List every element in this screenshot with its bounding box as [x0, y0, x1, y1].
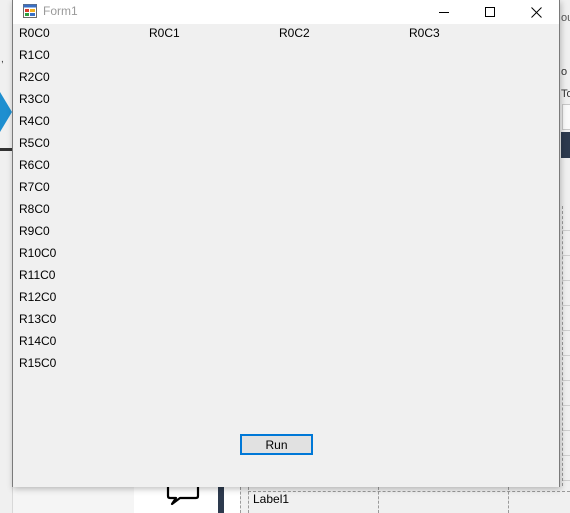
- grid-cell-r0c0: R0C0: [19, 26, 50, 40]
- background-designer-gridline: [248, 491, 570, 492]
- maximize-button[interactable]: [467, 0, 513, 24]
- speech-bubble-icon: [166, 486, 200, 506]
- background-designer-label: Label1: [253, 492, 290, 506]
- close-icon: [530, 6, 542, 18]
- background-right-grid: [562, 206, 570, 486]
- grid-cell-r0c3: R0C3: [409, 26, 440, 40]
- run-button[interactable]: Run: [240, 434, 313, 455]
- minimize-button[interactable]: [421, 0, 467, 24]
- background-left-divider: [0, 148, 12, 151]
- grid-row-label: R15C0: [19, 356, 57, 370]
- window-title: Form1: [43, 4, 78, 18]
- grid-cell-r0c1: R0C1: [149, 26, 180, 40]
- form-client-area: R0C0 R0C1 R0C2 R0C3 R1C0 R2C0 R3C0 R4C0 …: [13, 24, 559, 487]
- grid-row-label: R12C0: [19, 290, 57, 304]
- background-right-input: [562, 104, 570, 130]
- form-app-icon: [23, 4, 37, 18]
- grid-row-label: R9C0: [19, 224, 50, 238]
- grid-row-label: R10C0: [19, 246, 57, 260]
- background-right-text: ou: [561, 12, 570, 24]
- background-right-text: To: [561, 88, 570, 100]
- grid-row-label: R3C0: [19, 92, 50, 106]
- close-button[interactable]: [513, 0, 559, 24]
- grid-cell-r0c2: R0C2: [279, 26, 310, 40]
- grid-row-label: R1C0: [19, 48, 50, 62]
- grid-row-label: R14C0: [19, 334, 57, 348]
- maximize-icon: [485, 7, 495, 17]
- grid-row-label: R7C0: [19, 180, 50, 194]
- minimize-icon: [439, 12, 449, 13]
- grid-row-label: R11C0: [19, 268, 56, 282]
- background-right-text: o: [561, 66, 568, 78]
- grid-row-label: R2C0: [19, 70, 50, 84]
- background-bottom-divider: [218, 487, 224, 513]
- grid-row-label: R5C0: [19, 136, 50, 150]
- form1-window: Form1 R0C0 R0C1 R0C2 R0C3 R1C0 R2C0 R3C0: [12, 0, 560, 487]
- grid-row-label: R6C0: [19, 158, 50, 172]
- background-right-dark-block: [561, 132, 570, 158]
- window-titlebar[interactable]: Form1: [13, 0, 559, 24]
- grid-row-label: R8C0: [19, 202, 50, 216]
- grid-row-label: R13C0: [19, 312, 57, 326]
- background-left-text: ,: [1, 54, 4, 65]
- grid-row-label: R4C0: [19, 114, 50, 128]
